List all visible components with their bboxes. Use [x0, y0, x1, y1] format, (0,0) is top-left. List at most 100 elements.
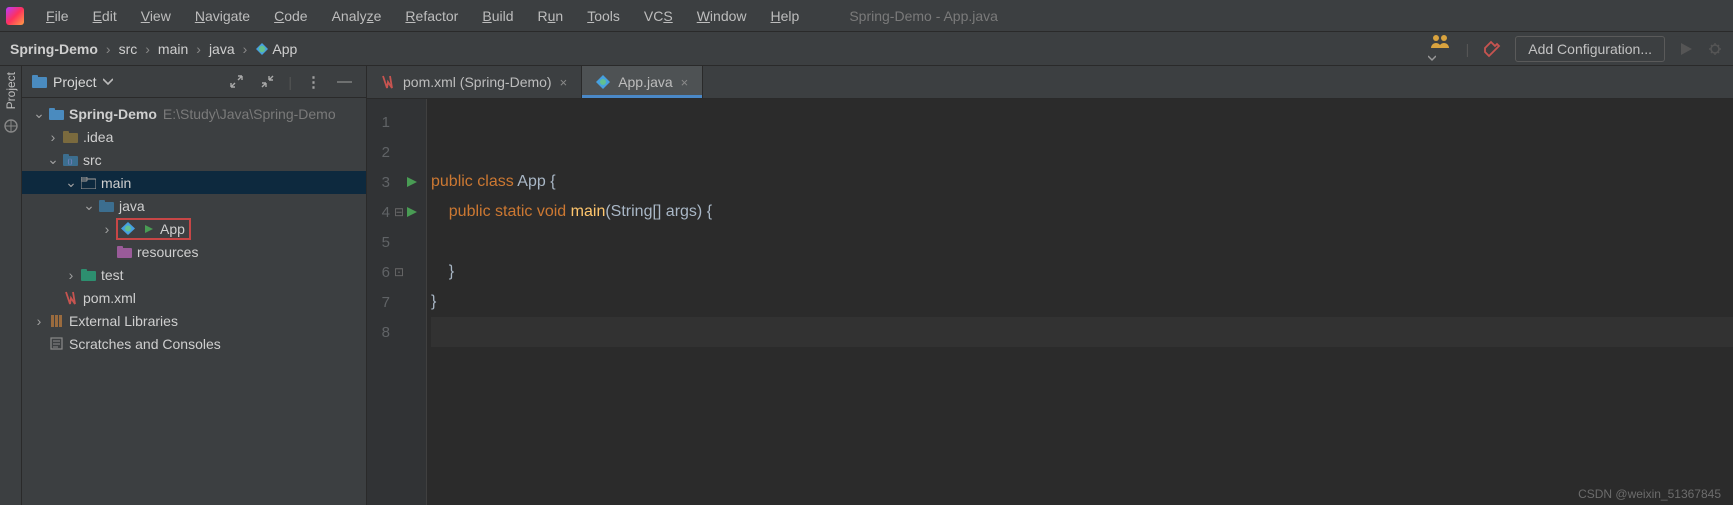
tool-window-stripe: Project [0, 66, 22, 505]
tree-node-main[interactable]: ⌄ main [22, 171, 366, 194]
breadcrumb: Spring-Demo › src › main › java › App [10, 41, 297, 57]
editor-area: pom.xml (Spring-Demo) × App.java × 1234⊟… [367, 66, 1733, 505]
chevron-right-icon: › [62, 267, 80, 283]
tree-node-pom[interactable]: pom.xml [22, 286, 366, 309]
menu-file[interactable]: File [36, 5, 79, 27]
resources-folder-icon [116, 246, 132, 258]
highlighted-file: App [116, 218, 191, 240]
tree-label: App [160, 221, 185, 237]
run-button[interactable] [1679, 42, 1693, 56]
code-content[interactable]: public class App { public static void ma… [427, 99, 1733, 505]
folder-icon [80, 177, 96, 189]
window-title: Spring-Demo - App.java [849, 8, 998, 24]
chevron-right-icon: › [98, 221, 116, 237]
hide-panel-icon[interactable]: — [333, 73, 356, 90]
chevron-down-icon: ⌄ [80, 197, 98, 214]
chevron-down-icon: ⌄ [44, 151, 62, 168]
test-folder-icon [80, 269, 96, 281]
maven-icon [62, 291, 78, 305]
class-icon [255, 42, 269, 56]
intellij-icon [6, 7, 24, 25]
menu-window[interactable]: Window [687, 5, 757, 27]
menu-vcs[interactable]: VCS [634, 5, 683, 27]
tree-node-scratches[interactable]: Scratches and Consoles [22, 332, 366, 355]
close-tab-icon[interactable]: × [681, 75, 689, 90]
library-icon [48, 314, 64, 328]
scratches-icon [48, 337, 64, 350]
menu-edit[interactable]: Edit [83, 5, 127, 27]
menu-bar: File Edit View Navigate Code Analyze Ref… [0, 0, 1733, 32]
tree-label: java [119, 198, 145, 214]
tab-label: pom.xml (Spring-Demo) [403, 74, 552, 90]
debug-button[interactable] [1707, 41, 1723, 57]
maven-icon [381, 75, 395, 89]
tree-label: main [101, 175, 131, 191]
svg-text:⟨⟩: ⟨⟩ [67, 158, 73, 166]
class-runnable-icon [120, 222, 136, 235]
panel-options-icon[interactable]: ⋮ [302, 73, 323, 91]
project-panel: Project | ⋮ — ⌄ Spring-Demo E:\Study\Jav… [22, 66, 367, 505]
breadcrumb-main[interactable]: main [158, 41, 188, 57]
project-panel-header: Project | ⋮ — [22, 66, 366, 98]
tree-label: pom.xml [83, 290, 136, 306]
breadcrumb-app-label: App [272, 41, 297, 57]
breadcrumb-project[interactable]: Spring-Demo [10, 41, 98, 57]
tree-node-app[interactable]: › App [22, 217, 366, 240]
code-editor[interactable]: 1234⊟56⊡78 public class App { public sta… [367, 99, 1733, 505]
menu-code[interactable]: Code [264, 5, 317, 27]
project-tree[interactable]: ⌄ Spring-Demo E:\Study\Java\Spring-Demo … [22, 98, 366, 505]
chevron-right-icon: › [30, 313, 48, 329]
chevron-right-icon: › [44, 129, 62, 145]
tree-node-external-libraries[interactable]: › External Libraries [22, 309, 366, 332]
project-icon [32, 75, 47, 88]
menu-run[interactable]: Run [528, 5, 574, 27]
tab-label: App.java [618, 74, 672, 90]
tree-path: E:\Study\Java\Spring-Demo [163, 106, 336, 122]
source-folder-icon [98, 200, 114, 212]
tree-node-src[interactable]: ⌄ ⟨⟩ src [22, 148, 366, 171]
tree-label: External Libraries [69, 313, 178, 329]
menu-refactor[interactable]: Refactor [395, 5, 468, 27]
tab-pom[interactable]: pom.xml (Spring-Demo) × [367, 66, 582, 98]
menu-tools[interactable]: Tools [577, 5, 630, 27]
breadcrumb-src[interactable]: src [119, 41, 138, 57]
tree-node-resources[interactable]: resources [22, 240, 366, 263]
menu-build[interactable]: Build [472, 5, 523, 27]
add-configuration-button[interactable]: Add Configuration... [1515, 36, 1665, 62]
breadcrumb-sep: › [196, 41, 201, 57]
tree-label: Scratches and Consoles [69, 336, 221, 352]
tree-label: resources [137, 244, 198, 260]
tree-node-idea[interactable]: › .idea [22, 125, 366, 148]
tree-label: test [101, 267, 124, 283]
structure-tool-button[interactable] [4, 119, 18, 133]
menu-navigate[interactable]: Navigate [185, 5, 260, 27]
breadcrumb-sep: › [106, 41, 111, 57]
tree-node-java[interactable]: ⌄ java [22, 194, 366, 217]
chevron-down-icon: ⌄ [62, 174, 80, 191]
chevron-down-icon [103, 78, 113, 86]
menu-view[interactable]: View [131, 5, 181, 27]
build-icon[interactable] [1483, 40, 1501, 58]
expand-icon[interactable] [226, 75, 247, 88]
tree-node-project-root[interactable]: ⌄ Spring-Demo E:\Study\Java\Spring-Demo [22, 102, 366, 125]
project-tool-button[interactable]: Project [4, 72, 18, 109]
breadcrumb-java[interactable]: java [209, 41, 235, 57]
breadcrumb-sep: › [145, 41, 150, 57]
module-folder-icon: ⟨⟩ [62, 154, 78, 166]
project-panel-title[interactable]: Project [32, 74, 113, 90]
tab-app[interactable]: App.java × [582, 66, 703, 98]
watermark: CSDN @weixin_51367845 [1578, 487, 1721, 501]
code-with-me-icon[interactable] [1430, 33, 1452, 65]
tree-label: src [83, 152, 102, 168]
tree-label: .idea [83, 129, 113, 145]
close-tab-icon[interactable]: × [560, 75, 568, 90]
tree-node-test[interactable]: › test [22, 263, 366, 286]
line-gutter[interactable]: 1234⊟56⊡78 [367, 99, 427, 505]
menu-analyze[interactable]: Analyze [322, 5, 392, 27]
collapse-icon[interactable] [257, 75, 278, 88]
breadcrumb-app[interactable]: App [255, 41, 297, 57]
breadcrumb-sep: › [243, 41, 248, 57]
navigation-bar: Spring-Demo › src › main › java › App | … [0, 32, 1733, 66]
menu-help[interactable]: Help [761, 5, 810, 27]
class-icon [596, 75, 610, 89]
